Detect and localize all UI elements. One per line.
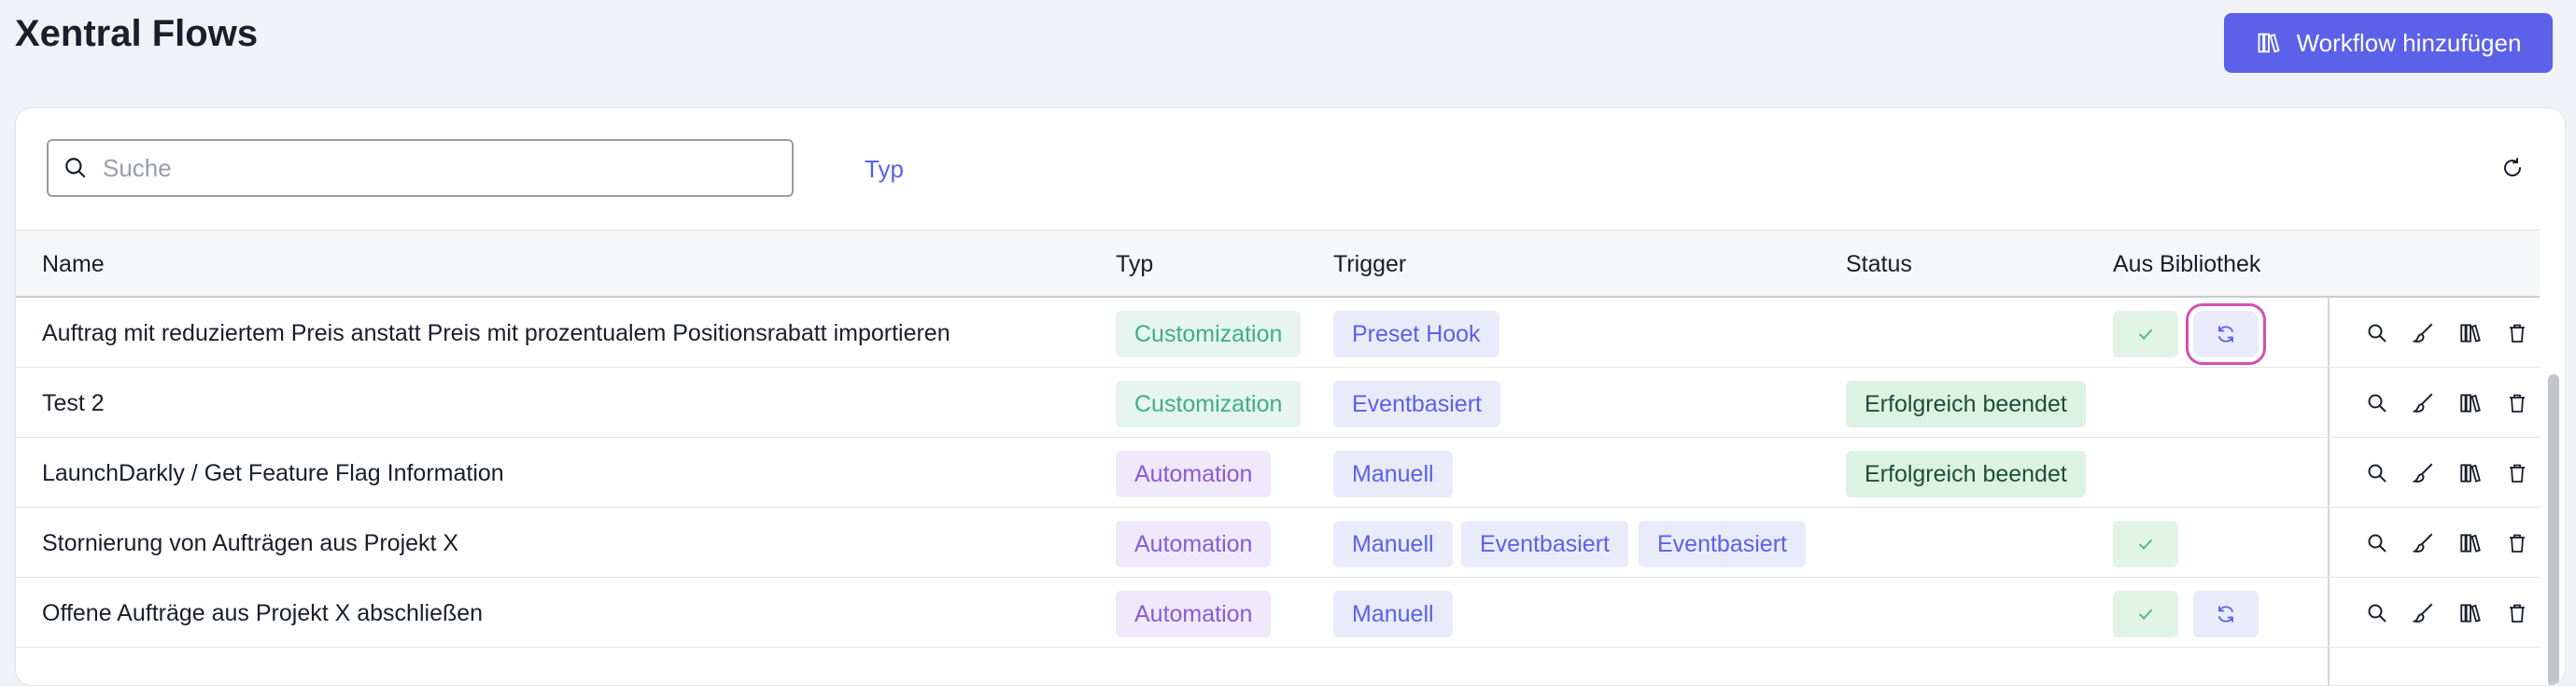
search-icon <box>63 156 88 180</box>
column-header-aus-bibliothek[interactable]: Aus Bibliothek <box>2113 251 2260 278</box>
library-books-icon[interactable] <box>2457 320 2484 346</box>
table-header: Name Typ Trigger Status Aus Bibliothek <box>16 230 2540 298</box>
brush-icon[interactable] <box>2411 530 2437 556</box>
row-actions <box>2364 530 2530 556</box>
add-workflow-button[interactable]: Workflow hinzufügen <box>2224 13 2553 73</box>
library-status <box>2113 311 2178 357</box>
library-books-icon[interactable] <box>2457 600 2484 626</box>
magnifier-icon[interactable] <box>2364 600 2390 626</box>
type-tag: Customization <box>1116 381 1302 427</box>
sync-icon <box>2215 323 2237 345</box>
library-status <box>2113 591 2178 637</box>
library-status <box>2113 521 2178 567</box>
page-title: Xentral Flows <box>15 13 259 54</box>
magnifier-icon[interactable] <box>2364 390 2390 416</box>
trash-icon[interactable] <box>2504 390 2530 416</box>
filter-type[interactable]: Typ <box>865 155 904 184</box>
row-name: LaunchDarkly / Get Feature Flag Informat… <box>42 460 504 486</box>
brush-icon[interactable] <box>2411 600 2437 626</box>
trash-icon[interactable] <box>2504 320 2530 346</box>
search-input[interactable] <box>101 152 758 184</box>
refresh-icon <box>2501 157 2524 179</box>
trash-icon[interactable] <box>2504 530 2530 556</box>
row-actions <box>2364 320 2530 346</box>
check-icon <box>2135 534 2156 554</box>
sync-icon <box>2215 603 2237 625</box>
type-tag: Automation <box>1116 451 1272 497</box>
trigger-tag: Preset Hook <box>1333 311 1499 357</box>
workflow-card: Typ Name Typ Trigger Status Aus Biblioth… <box>15 107 2566 686</box>
magnifier-icon[interactable] <box>2364 530 2390 556</box>
type-tag: Customization <box>1116 311 1302 357</box>
trigger-tag: Manuell <box>1333 521 1453 567</box>
table-scrollbar[interactable] <box>2548 374 2559 685</box>
magnifier-icon[interactable] <box>2364 320 2390 346</box>
trigger-tag: Eventbasiert <box>1333 381 1500 427</box>
workflow-table: Name Typ Trigger Status Aus Bibliothek A… <box>16 230 2540 685</box>
table-row[interactable]: Stornierung von Aufträgen aus Projekt X … <box>16 508 2540 578</box>
check-icon <box>2135 604 2156 624</box>
row-name: Offene Aufträge aus Projekt X abschließe… <box>42 600 484 626</box>
library-sync-button[interactable] <box>2186 303 2266 365</box>
table-row[interactable]: Auftrag mit reduziertem Preis anstatt Pr… <box>16 298 2540 368</box>
check-icon <box>2135 324 2156 344</box>
type-tag: Automation <box>1116 521 1272 567</box>
type-tag: Automation <box>1116 591 1272 637</box>
column-header-typ[interactable]: Typ <box>1116 251 1153 278</box>
trigger-tag: Eventbasiert <box>1461 521 1628 567</box>
table-row[interactable]: Test 2 Customization Eventbasiert Erfolg… <box>16 368 2540 438</box>
row-name: Auftrag mit reduziertem Preis anstatt Pr… <box>42 320 950 346</box>
row-actions <box>2364 600 2530 626</box>
row-name: Test 2 <box>42 390 105 416</box>
column-header-name[interactable]: Name <box>42 251 105 278</box>
row-actions <box>2364 460 2530 486</box>
status-badge: Erfolgreich beendet <box>1846 451 2086 497</box>
trash-icon[interactable] <box>2504 600 2530 626</box>
library-books-icon[interactable] <box>2457 530 2484 556</box>
brush-icon[interactable] <box>2411 320 2437 346</box>
trash-icon[interactable] <box>2504 460 2530 486</box>
trigger-tag: Manuell <box>1333 591 1453 637</box>
trigger-tag: Manuell <box>1333 451 1453 497</box>
column-header-status[interactable]: Status <box>1846 251 1912 278</box>
library-books-icon[interactable] <box>2457 390 2484 416</box>
library-books-icon <box>2256 30 2282 56</box>
library-books-icon[interactable] <box>2457 460 2484 486</box>
table-row[interactable]: Offene Aufträge aus Projekt X abschließe… <box>16 578 2540 648</box>
magnifier-icon[interactable] <box>2364 460 2390 486</box>
status-badge: Erfolgreich beendet <box>1846 381 2086 427</box>
table-row[interactable]: LaunchDarkly / Get Feature Flag Informat… <box>16 438 2540 508</box>
add-workflow-button-label: Workflow hinzufügen <box>2296 28 2522 57</box>
brush-icon[interactable] <box>2411 390 2437 416</box>
library-sync-button[interactable] <box>2193 591 2259 637</box>
refresh-button[interactable] <box>2498 153 2527 183</box>
search-field[interactable] <box>47 139 794 197</box>
row-name: Stornierung von Aufträgen aus Projekt X <box>42 530 459 556</box>
column-header-trigger[interactable]: Trigger <box>1333 251 1406 278</box>
brush-icon[interactable] <box>2411 460 2437 486</box>
trigger-tag: Eventbasiert <box>1639 521 1806 567</box>
row-actions <box>2364 390 2530 416</box>
